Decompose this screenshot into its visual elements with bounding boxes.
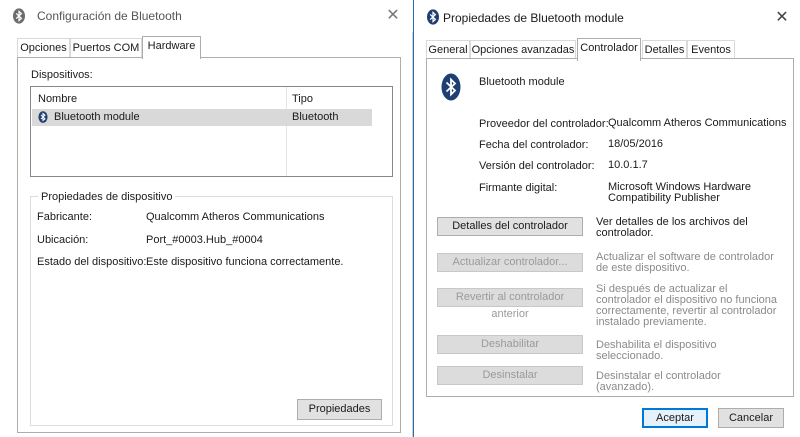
- column-divider: [286, 87, 287, 176]
- roll-back-driver-button[interactable]: Revertir al controlador anterior: [437, 288, 583, 320]
- device-status-label: Estado del dispositivo:: [37, 256, 147, 268]
- manufacturer-value: Qualcomm Atheros Communications: [146, 211, 325, 223]
- update-driver-description: Actualizar el software de controlador de…: [596, 251, 774, 274]
- update-driver-button[interactable]: Actualizar controlador...: [437, 253, 583, 272]
- device-name: Bluetooth module: [54, 111, 140, 123]
- title-bar[interactable]: Propiedades de Bluetooth module ✕: [414, 0, 800, 34]
- bluetooth-icon: [441, 73, 461, 101]
- device-properties-group: [30, 196, 393, 426]
- manufacturer-label: Fabricante:: [37, 211, 93, 223]
- driver-date-label: Fecha del controlador:: [479, 139, 589, 151]
- tab-general[interactable]: General: [426, 40, 470, 60]
- window-title: Configuración de Bluetooth: [37, 9, 182, 23]
- close-icon[interactable]: ✕: [769, 6, 795, 30]
- location-label: Ubicación:: [37, 234, 89, 246]
- bluetooth-icon: [427, 9, 439, 25]
- driver-date-value: 18/05/2016: [608, 138, 664, 150]
- uninstall-driver-description: Desinstalar el controlador (avanzado).: [596, 370, 721, 393]
- digital-signer-value: Microsoft Windows Hardware Compatibility…: [608, 181, 752, 204]
- close-icon[interactable]: ✕: [380, 4, 406, 28]
- tab-opciones[interactable]: Opciones: [17, 38, 70, 58]
- tab-hardware[interactable]: Hardware: [142, 36, 201, 59]
- title-bar[interactable]: Configuración de Bluetooth ✕: [0, 0, 413, 32]
- column-header-tipo[interactable]: Tipo: [292, 93, 313, 105]
- tab-opciones-avanzadas[interactable]: Opciones avanzadas: [470, 40, 576, 60]
- driver-provider-label: Proveedor del controlador:: [479, 118, 609, 130]
- ok-button[interactable]: Aceptar: [642, 408, 708, 428]
- tab-controlador[interactable]: Controlador: [577, 38, 641, 61]
- column-header-nombre[interactable]: Nombre: [38, 93, 77, 105]
- driver-version-label: Versión del controlador:: [479, 160, 595, 172]
- digital-signer-label: Firmante digital:: [479, 182, 558, 194]
- driver-version-value: 10.0.1.7: [608, 159, 648, 171]
- tab-eventos[interactable]: Eventos: [687, 40, 735, 60]
- driver-provider-value: Qualcomm Atheros Communications: [608, 117, 787, 129]
- device-status-value: Este dispositivo funciona correctamente.: [146, 256, 344, 268]
- disable-device-button[interactable]: Deshabilitar: [437, 335, 583, 354]
- uninstall-driver-button[interactable]: Desinstalar: [437, 366, 583, 385]
- properties-button[interactable]: Propiedades: [297, 399, 382, 420]
- bluetooth-icon: [13, 8, 25, 24]
- group-legend: Propiedades de dispositivo: [38, 191, 176, 203]
- tab-puertos-com[interactable]: Puertos COM: [70, 38, 142, 58]
- cancel-button[interactable]: Cancelar: [718, 408, 784, 428]
- location-value: Port_#0003.Hub_#0004: [146, 234, 263, 246]
- tab-detalles[interactable]: Detalles: [642, 40, 687, 60]
- roll-back-driver-description: Si después de actualizar el controlador …: [596, 283, 778, 328]
- table-row[interactable]: Bluetooth module Bluetooth: [32, 109, 372, 126]
- bluetooth-icon: [38, 111, 48, 123]
- window-title: Propiedades de Bluetooth module: [443, 11, 624, 25]
- bluetooth-settings-window: Configuración de Bluetooth ✕ Opciones Pu…: [0, 0, 413, 437]
- driver-details-description: Ver detalles de los archivos del control…: [596, 216, 748, 239]
- device-type: Bluetooth: [292, 111, 339, 123]
- driver-details-button[interactable]: Detalles del controlador: [437, 217, 583, 236]
- device-name-heading: Bluetooth module: [479, 76, 565, 88]
- device-properties-window: Propiedades de Bluetooth module ✕ Genera…: [413, 0, 800, 437]
- devices-label: Dispositivos:: [31, 69, 93, 81]
- disable-device-description: Deshabilita el dispositivo seleccionado.: [596, 339, 717, 362]
- devices-list[interactable]: Nombre Tipo Bluetooth module Bluetooth: [30, 86, 393, 177]
